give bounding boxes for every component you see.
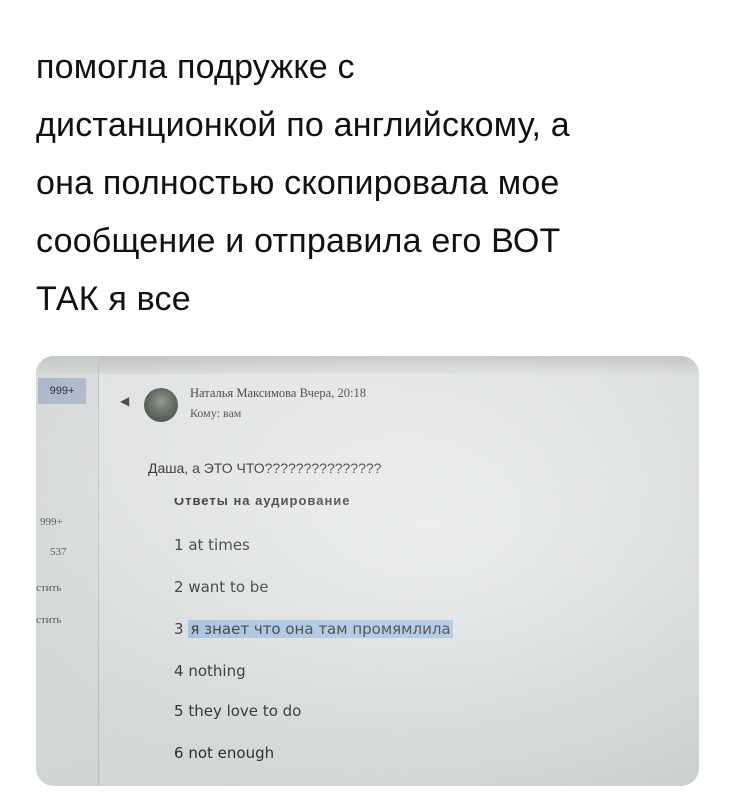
tweet-line: помогла подружке с	[36, 48, 355, 86]
answer-item: 6 not enough	[174, 744, 275, 762]
answer-item: 5 they love to do	[174, 702, 302, 720]
back-arrow-icon[interactable]: ◀	[120, 394, 129, 408]
answer-item-highlighted: 3 я знает что она там промямлила	[174, 620, 453, 638]
highlighted-text: я знает что она там промямлила	[188, 620, 453, 638]
answer-item: 1 at times	[174, 536, 250, 554]
folder-count: 999+	[40, 516, 63, 528]
document-heading: Ответы на аудирование	[174, 498, 351, 508]
mail-sidebar: 999+ 999+ 537 стить стить	[36, 356, 99, 786]
recipient-line: Кому: вам	[190, 406, 242, 420]
answer-item: 2 want to be	[174, 578, 269, 596]
tweet-text: помогла подружке с дистанционкой по англ…	[36, 38, 696, 328]
answer-item: 4 nothing	[174, 662, 246, 680]
attached-photo[interactable]: 999+ 999+ 537 стить стить ◀ Наталья Макс…	[36, 356, 699, 786]
tweet-line: сообщение и отправила его ВОТ	[36, 222, 561, 260]
folder-label: стить	[36, 582, 62, 594]
tweet-line: она полностью скопировала мое	[36, 164, 560, 202]
folder-count: 537	[50, 546, 67, 558]
tweet-line: ТАК я все	[36, 280, 191, 318]
tweet-line: дистанционкой по английскому, а	[36, 106, 570, 144]
message-text: Даша, а ЭТО ЧТО???????????????	[148, 460, 382, 476]
unread-badge[interactable]: 999+	[38, 378, 86, 404]
sender-avatar	[144, 388, 178, 422]
folder-label: стить	[36, 614, 62, 626]
screen-top-edge	[36, 356, 699, 374]
sender-line: Наталья Максимова Вчера, 20:18	[190, 386, 366, 400]
